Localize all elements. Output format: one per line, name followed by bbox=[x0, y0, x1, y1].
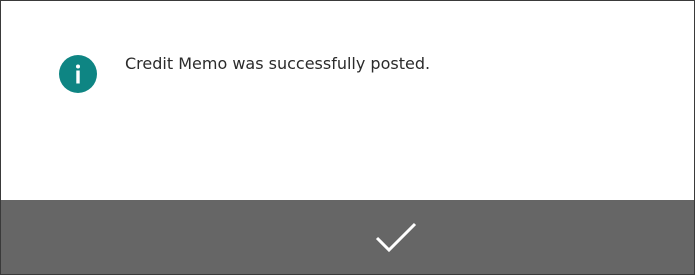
ok-button[interactable] bbox=[367, 214, 425, 260]
action-bar bbox=[1, 200, 694, 274]
message-area: Credit Memo was successfully posted. bbox=[1, 1, 694, 200]
message-text: Credit Memo was successfully posted. bbox=[125, 54, 431, 73]
checkmark-icon bbox=[367, 219, 425, 255]
info-icon bbox=[59, 55, 97, 93]
message-dialog: Credit Memo was successfully posted. bbox=[0, 0, 695, 275]
